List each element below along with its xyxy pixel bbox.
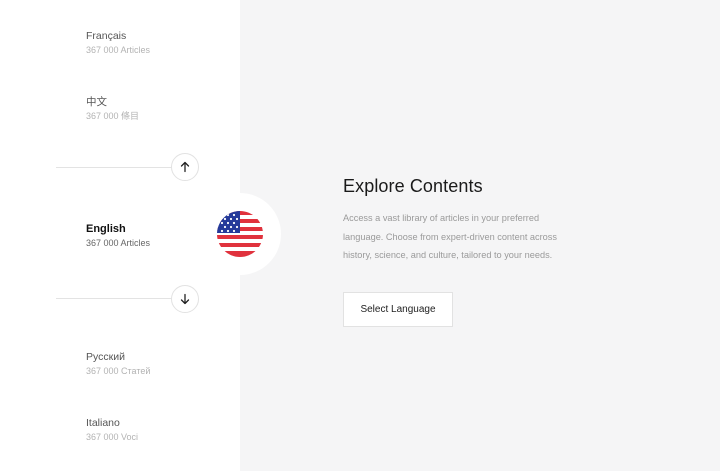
language-item-italian[interactable]: Italiano 367 000 Voci bbox=[86, 416, 138, 444]
language-item-french[interactable]: Français 367 000 Articles bbox=[86, 29, 150, 57]
language-name: Русский bbox=[86, 351, 125, 363]
language-item-english[interactable]: English 367 000 Articles bbox=[86, 222, 150, 250]
divider-top bbox=[56, 167, 186, 168]
language-name: Français bbox=[86, 30, 127, 42]
page-title: Explore Contents bbox=[343, 176, 483, 196]
language-name: 中文 bbox=[86, 96, 107, 108]
us-flag-icon bbox=[217, 211, 263, 257]
arrow-up-icon bbox=[180, 161, 190, 173]
language-item-russian[interactable]: Русский 367 000 Статей bbox=[86, 350, 150, 378]
language-article-count: 367 000 Voci bbox=[86, 432, 139, 442]
divider-bottom bbox=[56, 298, 186, 299]
language-article-count: 367 000 Статей bbox=[86, 366, 151, 376]
language-name: Italiano bbox=[86, 417, 120, 429]
page-description: Access a vast library of articles in you… bbox=[343, 213, 557, 260]
language-article-count: 367 000 條目 bbox=[86, 111, 140, 121]
scroll-down-button[interactable] bbox=[171, 285, 199, 313]
language-article-count: 367 000 Articles bbox=[86, 238, 151, 248]
select-language-button[interactable]: Select Language bbox=[343, 292, 453, 327]
scroll-up-button[interactable] bbox=[171, 153, 199, 181]
language-item-chinese[interactable]: 中文 367 000 條目 bbox=[86, 95, 139, 123]
language-article-count: 367 000 Articles bbox=[86, 45, 151, 55]
language-name: English bbox=[86, 223, 126, 235]
arrow-down-icon bbox=[180, 293, 190, 305]
